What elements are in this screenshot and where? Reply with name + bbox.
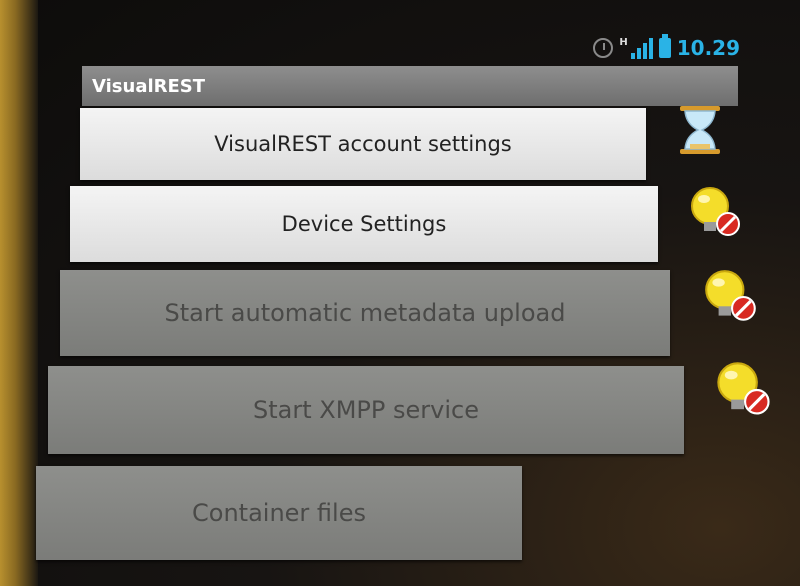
status-time: 10.29 (676, 36, 740, 60)
status-bar: H 10.29 (593, 30, 740, 66)
container-files-button[interactable]: Container files (36, 466, 522, 560)
button-label: Start XMPP service (253, 396, 479, 424)
signal-icon: H (619, 37, 653, 59)
battery-icon (658, 34, 671, 58)
account-settings-button[interactable]: VisualREST account settings (80, 108, 646, 180)
button-label: Device Settings (281, 212, 447, 236)
lightbulb-off-icon (691, 187, 740, 236)
network-type-label: H (619, 37, 628, 48)
lightbulb-off-icon (705, 270, 756, 321)
device-bezel (0, 0, 38, 586)
button-label: VisualREST account settings (214, 132, 512, 156)
start-xmpp-service-button[interactable]: Start XMPP service (48, 366, 684, 454)
app-title-bar: VisualREST (82, 66, 738, 106)
lightbulb-off-icon (717, 362, 770, 415)
app-title: VisualREST (92, 75, 206, 97)
start-metadata-upload-button[interactable]: Start automatic metadata upload (60, 270, 670, 356)
button-label: Start automatic metadata upload (164, 299, 566, 327)
hourglass-icon (680, 106, 720, 154)
button-label: Container files (192, 499, 366, 527)
device-settings-button[interactable]: Device Settings (70, 186, 658, 262)
alarm-icon (593, 38, 614, 58)
